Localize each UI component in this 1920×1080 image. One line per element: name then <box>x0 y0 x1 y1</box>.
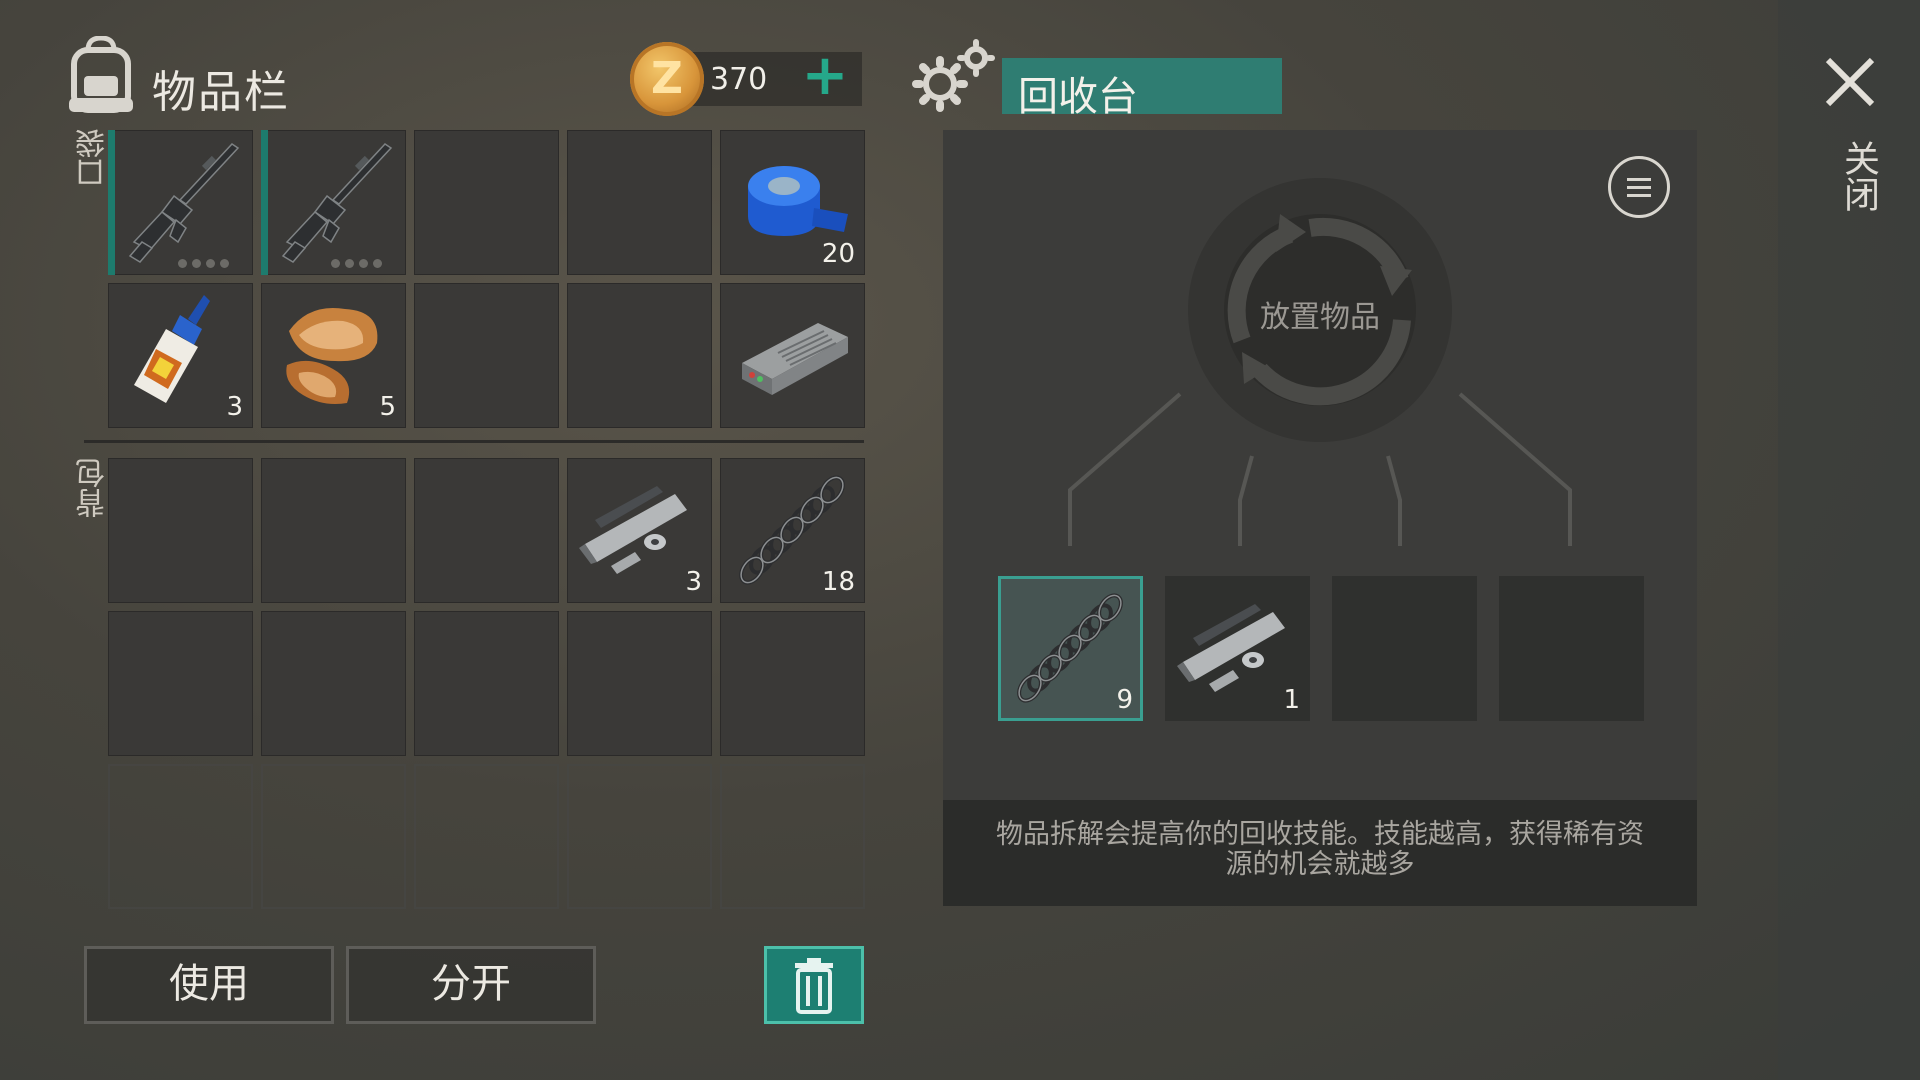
slot-assault-rifle[interactable] <box>108 130 253 275</box>
empty-slot[interactable] <box>414 130 559 275</box>
split-button[interactable]: 分开 <box>346 946 596 1024</box>
electronic-device-icon <box>742 323 848 395</box>
slot-blue-tape[interactable]: 20 <box>720 130 865 275</box>
empty-slot[interactable] <box>108 458 253 603</box>
empty-slot[interactable] <box>567 611 712 756</box>
close-icon[interactable] <box>1822 54 1878 110</box>
empty-slot[interactable] <box>567 130 712 275</box>
backpack-grid: 3 18 <box>108 458 865 909</box>
item-quantity: 1 <box>1283 685 1300 715</box>
empty-slot[interactable] <box>261 458 406 603</box>
recycler-title: 回收台 <box>1018 74 1138 120</box>
assault-rifle-icon <box>128 143 240 263</box>
empty-slot[interactable] <box>720 611 865 756</box>
item-quantity: 3 <box>685 567 702 597</box>
trash-button[interactable] <box>764 946 864 1024</box>
slot-assault-rifle[interactable] <box>261 130 406 275</box>
slot-super-glue[interactable]: 3 <box>108 283 253 428</box>
empty-slot[interactable] <box>261 611 406 756</box>
pocket-grid: 20 3 5 <box>108 130 865 428</box>
slot-electronic-device[interactable] <box>720 283 865 428</box>
recycler-output-row: 9 1 <box>998 576 1644 721</box>
empty-slot[interactable] <box>414 283 559 428</box>
recycler-info: 物品拆解会提高你的回收技能。技能越高，获得稀有资源的机会就越多 <box>996 819 1644 880</box>
empty-slot[interactable] <box>567 283 712 428</box>
place-item-label: 放置物品 <box>1260 300 1380 335</box>
gear-icon <box>912 39 995 112</box>
slot-gun-parts[interactable]: 3 <box>567 458 712 603</box>
empty-slot[interactable] <box>414 458 559 603</box>
coin-symbol: Z <box>651 53 683 104</box>
divider <box>84 440 864 443</box>
empty-slot[interactable] <box>1332 576 1477 721</box>
slot-fur-pelt[interactable]: 5 <box>261 283 406 428</box>
menu-button[interactable] <box>1608 156 1670 218</box>
item-quantity: 5 <box>379 392 396 422</box>
connector-lines <box>1068 392 1572 546</box>
empty-slot[interactable] <box>1499 576 1644 721</box>
empty-slot[interactable] <box>414 611 559 756</box>
use-button[interactable]: 使用 <box>84 946 334 1024</box>
empty-slot[interactable] <box>108 611 253 756</box>
coin-counter: Z 370 + <box>630 42 862 116</box>
durability-dots <box>331 253 391 268</box>
assault-rifle-icon <box>281 143 393 263</box>
item-quantity: 3 <box>226 392 243 422</box>
slot-spring[interactable]: 9 <box>998 576 1143 721</box>
item-quantity: 18 <box>821 567 855 597</box>
item-quantity: 20 <box>821 239 855 269</box>
close-label[interactable]: 关闭 <box>1832 140 1884 212</box>
durability-dots <box>178 253 238 268</box>
locked-slot[interactable] <box>414 764 559 909</box>
slot-gun-parts[interactable]: 1 <box>1165 576 1310 721</box>
locked-slot[interactable] <box>261 764 406 909</box>
item-quantity: 9 <box>1116 685 1133 715</box>
add-coins-button[interactable]: + <box>798 48 852 104</box>
slot-spring[interactable]: 18 <box>720 458 865 603</box>
inventory-title: 物品栏 <box>152 67 290 118</box>
locked-slot[interactable] <box>720 764 865 909</box>
locked-slot[interactable] <box>567 764 712 909</box>
coin-value: 370 <box>710 62 768 97</box>
backpack-icon <box>69 36 133 113</box>
locked-slot[interactable] <box>108 764 253 909</box>
trash-icon <box>795 958 833 1014</box>
